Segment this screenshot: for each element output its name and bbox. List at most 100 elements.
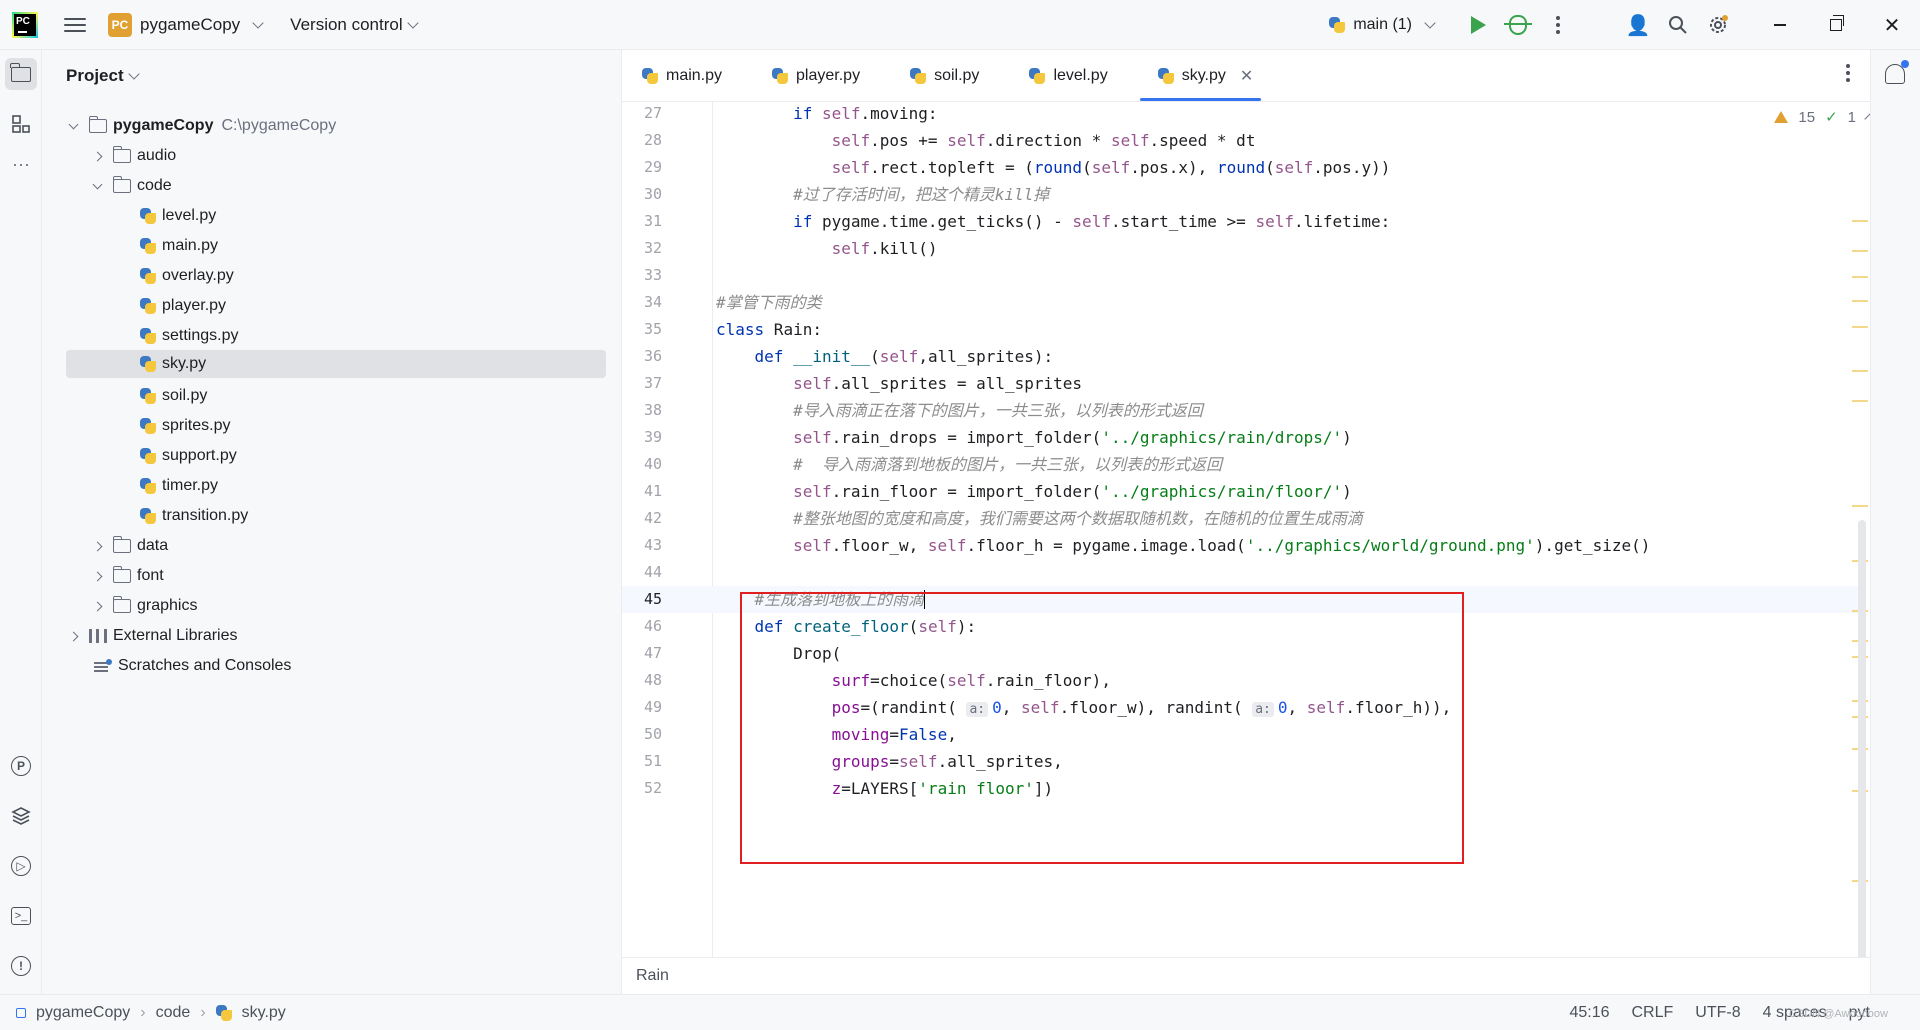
project-panel-header[interactable]: Project (42, 50, 621, 102)
tree-file-soil[interactable]: soil.py (140, 382, 207, 410)
tree-external-libraries[interactable]: External Libraries (68, 622, 238, 650)
tab-sky-py[interactable]: sky.py ✕ (1128, 50, 1274, 101)
tree-file-transition[interactable]: transition.py (140, 502, 248, 530)
main-menu-icon[interactable] (64, 17, 86, 32)
crumb-project[interactable]: pygameCopy (36, 1004, 130, 1022)
tree-scratches[interactable]: Scratches and Consoles (94, 652, 291, 680)
terminal-button[interactable]: >_ (5, 900, 37, 932)
line-number: 38 (643, 401, 662, 419)
file-encoding[interactable]: UTF-8 (1695, 1004, 1740, 1022)
warning-icon (1774, 111, 1789, 123)
caret-position[interactable]: 45:16 (1569, 1004, 1609, 1022)
bug-icon (1504, 15, 1532, 35)
tree-folder-font[interactable]: font (92, 562, 164, 590)
code-with-me-button[interactable]: 👤 (1618, 5, 1658, 45)
minimize-icon (1774, 24, 1786, 26)
tree-file-player[interactable]: player.py (140, 292, 226, 320)
tree-file-settings[interactable]: settings.py (140, 322, 238, 350)
minimize-button[interactable] (1752, 0, 1808, 50)
python-file-icon (140, 328, 156, 344)
breadcrumb-class[interactable]: Rain (636, 967, 669, 985)
crumb-folder[interactable]: code (156, 1004, 191, 1022)
tab-soil-py[interactable]: soil.py (880, 50, 999, 101)
python-file-icon (772, 67, 789, 84)
project-panel: Project pygameCopy C:\pygameCopy audio c… (42, 50, 622, 994)
python-packages-button[interactable]: P (5, 750, 37, 782)
code-line: 30 #过了存活时间，把这个精灵kill掉 (622, 181, 1862, 208)
chevron-down-icon (406, 16, 419, 29)
problems-button[interactable]: ! (5, 950, 37, 982)
tree-item-label: External Libraries (113, 627, 238, 644)
pycharm-logo-icon[interactable]: PC (12, 11, 38, 38)
root-folder-name: pygameCopy (113, 117, 214, 134)
tree-file-timer[interactable]: timer.py (140, 472, 218, 500)
more-actions-button[interactable] (1538, 5, 1578, 45)
close-tab-icon[interactable]: ✕ (1240, 66, 1253, 86)
tree-root[interactable]: pygameCopy C:\pygameCopy (68, 112, 337, 140)
tree-file-overlay[interactable]: overlay.py (140, 262, 234, 290)
settings-button[interactable] (1698, 5, 1738, 45)
folder-icon (112, 566, 131, 583)
tree-file-sprites[interactable]: sprites.py (140, 412, 230, 440)
structure-tool-button[interactable] (5, 108, 37, 140)
tree-file-main[interactable]: main.py (140, 232, 218, 260)
tree-folder-data[interactable]: data (92, 532, 169, 560)
warning-circle-icon: ! (11, 956, 31, 976)
close-button[interactable]: ✕ (1864, 0, 1920, 50)
string-literal: '../graphics/rain/drops/' (1101, 428, 1343, 447)
search-button[interactable] (1658, 5, 1698, 45)
tree-folder-audio[interactable]: audio (92, 142, 177, 170)
expand-arrow-icon (92, 179, 103, 189)
layers-icon (11, 807, 31, 825)
tab-options-icon[interactable] (1846, 64, 1850, 82)
collapse-arrow-icon (92, 601, 103, 611)
tab-player-py[interactable]: player.py (742, 50, 880, 101)
services-button[interactable]: ▷ (5, 850, 37, 882)
code-line: 36 def __init__(self,all_sprites): (622, 343, 1862, 370)
tree-item-label: Scratches and Consoles (118, 657, 292, 674)
debug-button[interactable] (1498, 5, 1538, 45)
code-line: 43 self.floor_w, self.floor_h = pygame.i… (622, 532, 1862, 559)
run-button[interactable] (1458, 5, 1498, 45)
project-tool-button[interactable] (5, 58, 37, 90)
chevron-down-icon (1424, 17, 1436, 29)
line-separator[interactable]: CRLF (1632, 1004, 1674, 1022)
crumb-file[interactable]: sky.py (242, 1004, 286, 1022)
root-folder-path: C:\pygameCopy (221, 117, 337, 134)
left-tool-strip: ··· P ▷ >_ ! (0, 50, 42, 994)
version-control-menu[interactable]: Version control (290, 15, 420, 35)
tree-file-sky[interactable]: sky.py (66, 350, 606, 378)
tree-file-support[interactable]: support.py (140, 442, 237, 470)
tree-item-label: audio (137, 147, 177, 164)
tab-level-py[interactable]: level.py (999, 50, 1127, 101)
tree-item-label: sky.py (162, 355, 207, 372)
code-line: 33 (622, 262, 1862, 289)
string-literal: '../graphics/world/ground.png' (1245, 536, 1535, 555)
tree-file-level[interactable]: level.py (140, 202, 216, 230)
tree-folder-graphics[interactable]: graphics (92, 592, 197, 620)
more-tools-button[interactable]: ··· (5, 148, 37, 180)
code-line: 32 self.kill() (622, 235, 1862, 262)
code-line: 38 #导入雨滴正在落下的图片，一共三张，以列表的形式返回 (622, 397, 1862, 424)
run-config-selector[interactable]: main (1) (1329, 16, 1438, 34)
tree-item-label: data (137, 537, 169, 554)
editor-tab-bar: main.py player.py soil.py level.py sky.p… (622, 50, 1870, 102)
python-file-icon (910, 67, 927, 84)
python-file-icon (140, 238, 156, 254)
code-comment: # 导入雨滴落到地板的图片，一共三张，以列表的形式返回 (793, 455, 1222, 474)
collapse-arrow-icon (68, 631, 79, 641)
layers-button[interactable] (5, 800, 37, 832)
editor-scrollbar[interactable] (1858, 520, 1866, 960)
tree-folder-code[interactable]: code (92, 172, 172, 200)
tree-item-label: settings.py (162, 327, 239, 344)
chevron-down-icon (127, 68, 140, 80)
maximize-button[interactable] (1808, 0, 1864, 50)
editor-breadcrumb[interactable]: Rain (622, 957, 1870, 994)
code-line: 42 #整张地图的宽度和高度，我们需要这两个数据取随机数，在随机的位置生成雨滴 (622, 505, 1862, 532)
tab-main-py[interactable]: main.py (622, 50, 742, 101)
title-bar: PC PC pygameCopy Version control main (1… (0, 0, 1920, 50)
kebab-icon (1556, 16, 1560, 34)
project-switcher[interactable]: PC pygameCopy (108, 12, 266, 37)
tree-item-label: player.py (162, 297, 227, 314)
line-number: 28 (643, 131, 662, 149)
